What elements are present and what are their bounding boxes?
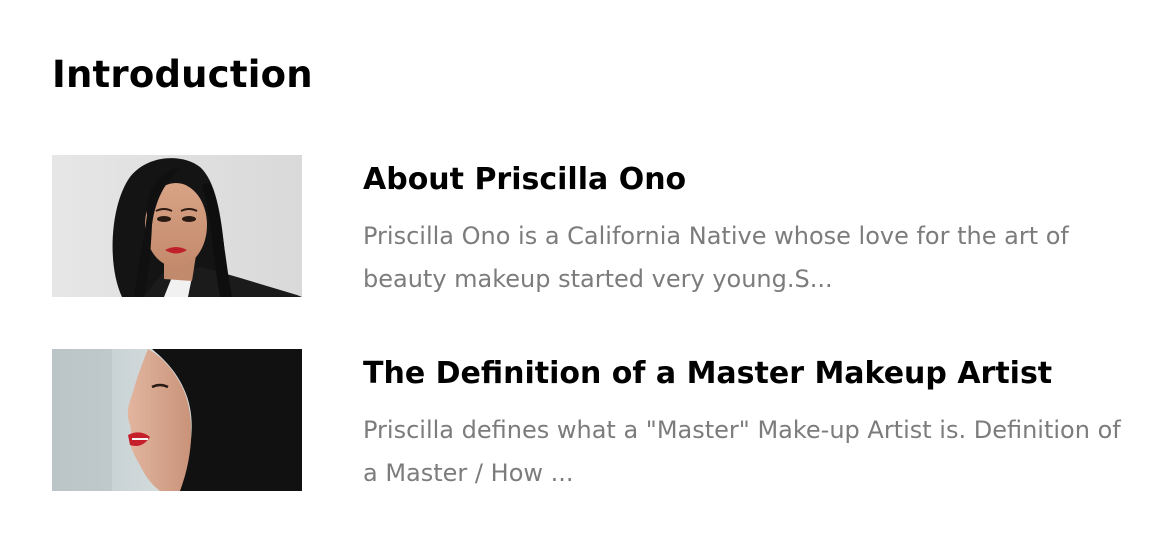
lesson-title[interactable]: The Definition of a Master Makeup Artist (363, 353, 1052, 395)
lesson-description: Priscilla Ono is a California Native who… (363, 222, 1069, 293)
lesson-title[interactable]: About Priscilla Ono (363, 159, 686, 201)
lesson-item-about[interactable]: About Priscilla Ono Priscilla Ono is a C… (52, 155, 1142, 297)
lesson-thumbnail[interactable] (52, 155, 302, 297)
lesson-item-definition[interactable]: The Definition of a Master Makeup Artist… (52, 349, 1142, 491)
lesson-thumbnail[interactable] (52, 349, 302, 491)
lesson-description: Priscilla defines what a "Master" Make-u… (363, 416, 1121, 487)
portrait-front-photo (52, 155, 302, 297)
portrait-profile-photo (52, 349, 302, 491)
section-title: Introduction (52, 53, 313, 96)
